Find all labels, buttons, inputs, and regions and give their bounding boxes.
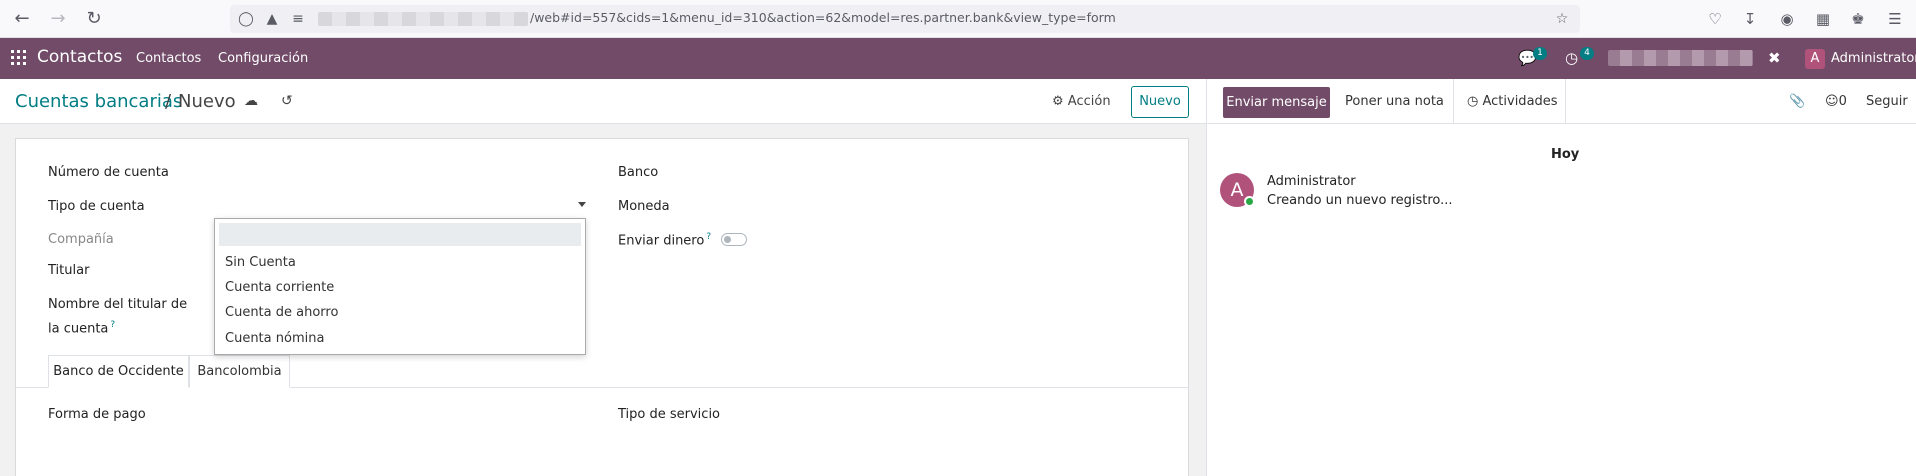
account-icon[interactable]: ◉	[1776, 8, 1798, 30]
label-bank: Banco	[618, 165, 659, 180]
user-avatar[interactable]: A	[1805, 49, 1825, 69]
control-panel: Cuentas bancarias / Nuevo ☁ ↺ ⚙ Acción N…	[0, 79, 1206, 124]
label-holder: Titular	[48, 263, 90, 278]
menu-icon[interactable]: ☰	[1884, 8, 1906, 30]
activities-badge: 4	[1580, 47, 1594, 60]
permissions-icon[interactable]: ≡	[288, 9, 308, 29]
dropdown-option-empty[interactable]	[219, 223, 581, 246]
activities-label: Actividades	[1482, 94, 1558, 109]
account-type-select[interactable]	[214, 198, 586, 217]
messages-badge: 1	[1533, 47, 1547, 60]
label-account-type: Tipo de cuenta	[48, 199, 145, 214]
redacted-company	[1608, 50, 1753, 66]
app-name[interactable]: Contactos	[37, 47, 122, 67]
browser-toolbar: ← → ↻ ◯ ▲ ≡ /web#id=557&cids=1&menu_id=3…	[0, 0, 1916, 38]
menu-contactos[interactable]: Contactos	[136, 51, 201, 66]
account-type-dropdown: Sin Cuenta Cuenta corriente Cuenta de ah…	[214, 218, 586, 355]
activities-button[interactable]: ◷ Actividades	[1467, 94, 1558, 109]
new-button[interactable]: Nuevo	[1131, 86, 1189, 118]
menu-configuracion[interactable]: Configuración	[218, 51, 308, 66]
date-separator: Hoy	[1551, 147, 1580, 162]
message-author[interactable]: Administrator	[1267, 174, 1356, 189]
lock-icon[interactable]: ▲	[262, 9, 282, 29]
user-name[interactable]: Administrator	[1831, 51, 1916, 66]
label-send-money-text: Enviar dinero	[618, 233, 705, 249]
dropdown-option[interactable]: Cuenta de ahorro	[215, 301, 585, 324]
label-account-number: Número de cuenta	[48, 165, 169, 180]
redacted-host	[318, 12, 528, 26]
chevron-down-icon	[578, 202, 586, 207]
send-money-toggle[interactable]	[721, 233, 747, 246]
extensions-icon[interactable]: ▦	[1812, 8, 1834, 30]
label-currency: Moneda	[618, 199, 670, 214]
label-service-type: Tipo de servicio	[618, 407, 721, 422]
label-holder-name-text: Nombre del titular de la cuenta	[48, 297, 188, 337]
discard-icon[interactable]: ↺	[281, 93, 293, 109]
reload-icon[interactable]: ↻	[82, 7, 106, 31]
clock-icon: ◷	[1467, 94, 1483, 109]
action-label: Acción	[1067, 94, 1111, 109]
address-bar[interactable]: ◯ ▲ ≡ /web#id=557&cids=1&menu_id=310&act…	[230, 5, 1580, 33]
shield-icon[interactable]: ◯	[236, 9, 256, 29]
apps-menu-icon[interactable]	[11, 50, 26, 65]
toggle-knob	[724, 236, 731, 243]
chatter-topbar: Enviar mensaje Poner una nota ◷ Activida…	[1207, 79, 1916, 124]
bookmark-star-icon[interactable]: ☆	[1552, 9, 1572, 29]
activities-icon[interactable]: ◷	[1565, 49, 1578, 67]
breadcrumb-current: Nuevo	[178, 91, 236, 112]
online-status-icon	[1244, 196, 1255, 207]
back-icon[interactable]: ←	[10, 7, 34, 31]
help-icon[interactable]: ?	[110, 320, 115, 330]
label-holder-name: Nombre del titular de la cuenta?	[48, 295, 198, 339]
breadcrumb-separator: /	[165, 91, 172, 112]
send-message-button[interactable]: Enviar mensaje	[1223, 87, 1330, 118]
label-company: Compañía	[48, 232, 114, 247]
divider	[1565, 79, 1566, 124]
extension-icon[interactable]: ♚	[1847, 8, 1869, 30]
followers-count: 0	[1838, 94, 1847, 109]
gear-icon: ⚙	[1052, 94, 1068, 109]
breadcrumb-parent[interactable]: Cuentas bancarias	[15, 91, 182, 112]
pocket-icon[interactable]: ♡	[1704, 8, 1726, 30]
action-menu[interactable]: ⚙ Acción	[1052, 94, 1111, 109]
label-send-money: Enviar dinero?	[618, 232, 711, 248]
divider	[1453, 79, 1454, 124]
attachment-icon[interactable]: 📎	[1789, 94, 1805, 109]
dropdown-option[interactable]: Sin Cuenta	[215, 251, 585, 274]
message-body: Creando un nuevo registro...	[1267, 193, 1453, 208]
help-icon[interactable]: ?	[706, 232, 711, 242]
main-navbar: Contactos Contactos Configuración 💬 1 ◷ …	[0, 38, 1916, 79]
dropdown-option[interactable]: Cuenta corriente	[215, 276, 585, 299]
tab-bancolombia[interactable]: Bancolombia	[189, 355, 290, 388]
chatter: Enviar mensaje Poner una nota ◷ Activida…	[1206, 79, 1916, 476]
followers-button[interactable]: ☺0	[1825, 94, 1847, 109]
save-cloud-icon[interactable]: ☁	[244, 93, 258, 109]
tab-banco-de-occidente[interactable]: Banco de Occidente	[48, 355, 189, 388]
downloads-icon[interactable]: ↧	[1739, 8, 1761, 30]
user-icon: ☺	[1825, 94, 1839, 109]
forward-icon[interactable]: →	[46, 7, 70, 31]
follow-button[interactable]: Seguir	[1866, 94, 1908, 109]
label-payment-method: Forma de pago	[48, 407, 146, 422]
log-note-button[interactable]: Poner una nota	[1345, 94, 1444, 109]
url-text[interactable]: /web#id=557&cids=1&menu_id=310&action=62…	[530, 10, 1116, 25]
dropdown-option[interactable]: Cuenta nómina	[215, 327, 585, 350]
debug-tools-icon[interactable]: ✖	[1768, 49, 1781, 67]
